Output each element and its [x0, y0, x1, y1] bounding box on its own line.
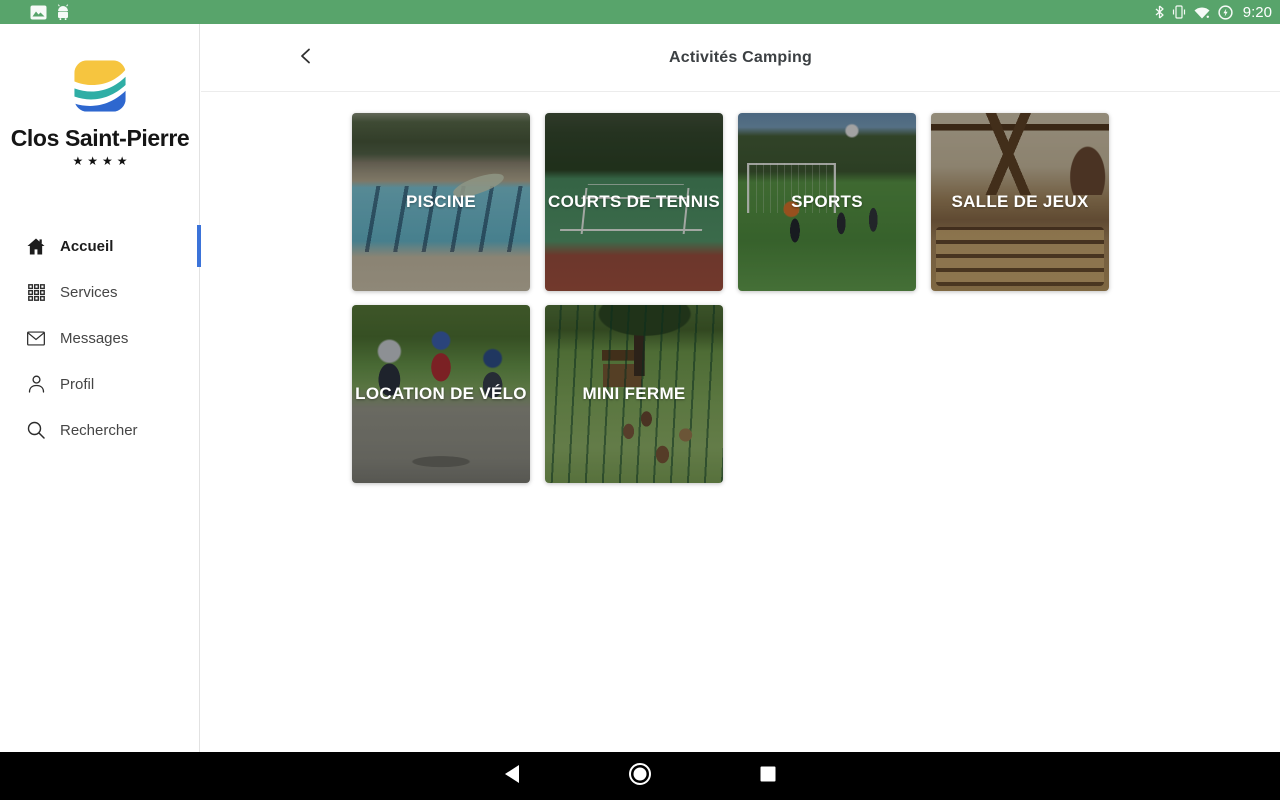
- home-circle-icon: [628, 762, 652, 791]
- star-rating: ★★★★: [72, 154, 132, 168]
- sidebar-item-messages[interactable]: Messages: [0, 315, 200, 361]
- sidebar-item-label: Services: [60, 283, 118, 301]
- logo-block: Clos Saint-Pierre ★★★★: [0, 58, 200, 168]
- camping-logo-icon: [72, 58, 128, 114]
- back-icon: [503, 764, 521, 789]
- activity-card-location-velo[interactable]: LOCATION DE VÉLO: [352, 305, 530, 483]
- page-title: Activités Camping: [669, 49, 812, 66]
- activity-card-mini-ferme[interactable]: MINI FERME: [545, 305, 723, 483]
- status-bar: 9:20: [0, 0, 1280, 24]
- sidebar-item-label: Profil: [60, 375, 95, 393]
- activity-label: COURTS DE TENNIS: [548, 192, 720, 211]
- sidebar-item-profil[interactable]: Profil: [0, 361, 200, 407]
- activity-label: LOCATION DE VÉLO: [355, 384, 527, 403]
- android-recents-button[interactable]: [744, 752, 792, 800]
- sidebar-item-label: Rechercher: [60, 421, 138, 439]
- recents-icon: [760, 766, 776, 787]
- activity-label: SPORTS: [791, 192, 863, 211]
- activity-card-salle-de-jeux[interactable]: SALLE DE JEUX: [931, 113, 1109, 291]
- status-clock: 9:20: [1242, 3, 1272, 21]
- battery-charging-icon: [1218, 4, 1233, 20]
- android-back-button[interactable]: [488, 752, 536, 800]
- vibrate-icon: [1172, 5, 1186, 19]
- gallery-icon: [30, 5, 47, 20]
- sidebar-item-label: Messages: [60, 329, 129, 347]
- activity-label: MINI FERME: [582, 384, 686, 403]
- app-shell: Clos Saint-Pierre ★★★★ Accueil Services: [0, 24, 1280, 752]
- page-header: Activités Camping: [201, 24, 1280, 92]
- activity-card-piscine[interactable]: PISCINE: [352, 113, 530, 291]
- home-icon: [27, 237, 45, 255]
- sidebar-item-services[interactable]: Services: [0, 269, 200, 315]
- sidebar-item-accueil[interactable]: Accueil: [0, 223, 201, 269]
- sidebar-nav: Accueil Services Messages Profil Recherc…: [0, 223, 201, 453]
- brand-name: Clos Saint-Pierre: [10, 125, 190, 151]
- person-icon: [27, 375, 45, 393]
- search-icon: [27, 421, 45, 439]
- main-content: Activités Camping PISCINE COURTS DE TENN…: [201, 24, 1280, 752]
- activity-label: PISCINE: [405, 192, 477, 211]
- android-nav-bar: [0, 752, 1280, 800]
- activities-grid: PISCINE COURTS DE TENNIS SPORTS SALLE DE…: [352, 113, 1124, 483]
- sidebar-item-rechercher[interactable]: Rechercher: [0, 407, 200, 453]
- wifi-icon: [1194, 6, 1210, 19]
- activity-label: SALLE DE JEUX: [951, 192, 1089, 211]
- bluetooth-icon: [1155, 5, 1164, 19]
- android-icon: [56, 4, 70, 20]
- sidebar: Clos Saint-Pierre ★★★★ Accueil Services: [0, 24, 201, 752]
- android-home-button[interactable]: [616, 752, 664, 800]
- activity-card-tennis[interactable]: COURTS DE TENNIS: [545, 113, 723, 291]
- grid-icon: [27, 283, 45, 301]
- mail-icon: [27, 329, 45, 347]
- sidebar-item-label: Accueil: [60, 237, 114, 255]
- activity-card-sports[interactable]: SPORTS: [738, 113, 916, 291]
